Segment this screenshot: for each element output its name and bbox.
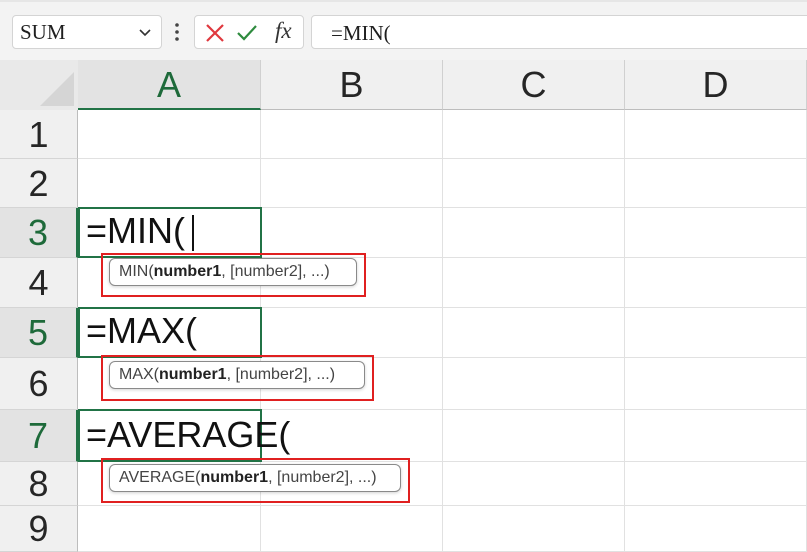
cell-c2[interactable]	[443, 159, 625, 208]
formula-buttons: fx	[194, 15, 304, 49]
column-header-a[interactable]: A	[78, 60, 261, 110]
cell-c1[interactable]	[443, 110, 625, 159]
cell-d2[interactable]	[625, 159, 807, 208]
cell-d9[interactable]	[625, 506, 807, 552]
cell-d3[interactable]	[625, 208, 807, 258]
cell-c3[interactable]	[443, 208, 625, 258]
ribbon-divider	[0, 0, 807, 2]
cell-d8[interactable]	[625, 462, 807, 506]
cell-b2[interactable]	[261, 159, 443, 208]
cell-b3[interactable]	[261, 208, 443, 258]
cell-d5[interactable]	[625, 308, 807, 358]
row-header-1[interactable]: 1	[0, 110, 78, 159]
cell-b9[interactable]	[261, 506, 443, 552]
name-box[interactable]: SUM	[12, 15, 162, 49]
row-header-2[interactable]: 2	[0, 159, 78, 208]
spreadsheet-grid: A B C D 1 2 3 4 5 6 7 8 9 =MIN( =MAX(=A…	[0, 60, 807, 552]
cell-a9[interactable]	[78, 506, 261, 552]
cancel-icon[interactable]	[203, 21, 227, 45]
highlight-box-max	[101, 355, 374, 401]
formula-bar-area: SUM fx =MIN(	[0, 0, 807, 60]
column-header-b[interactable]: B	[261, 60, 443, 110]
insert-function-icon[interactable]: fx	[275, 18, 292, 44]
cell-d4[interactable]	[625, 258, 807, 308]
cell-d1[interactable]	[625, 110, 807, 159]
highlight-box-average	[101, 458, 410, 503]
more-options-icon[interactable]	[174, 22, 180, 42]
cell-a3-text: =MIN(	[86, 210, 185, 251]
cell-a2[interactable]	[78, 159, 261, 208]
row-header-7[interactable]: 7	[0, 410, 78, 462]
text-cursor	[192, 215, 194, 251]
row-header-3[interactable]: 3	[0, 208, 78, 258]
enter-check-icon[interactable]	[235, 21, 259, 45]
cell-c4[interactable]	[443, 258, 625, 308]
name-box-value: SUM	[20, 20, 66, 44]
formula-input[interactable]: =MIN(	[311, 15, 807, 49]
highlight-box-min	[101, 253, 366, 297]
select-all-triangle-icon	[40, 72, 74, 106]
select-all-button[interactable]	[0, 60, 78, 110]
cell-b1[interactable]	[261, 110, 443, 159]
cell-c9[interactable]	[443, 506, 625, 552]
row-header-8[interactable]: 8	[0, 462, 78, 506]
row-header-5[interactable]: 5	[0, 308, 78, 358]
cell-c5[interactable]	[443, 308, 625, 358]
cell-c6[interactable]	[443, 358, 625, 410]
formula-input-value: =MIN(	[331, 21, 391, 45]
chevron-down-icon[interactable]	[137, 22, 153, 42]
column-header-c[interactable]: C	[443, 60, 625, 110]
cell-c8[interactable]	[443, 462, 625, 506]
cell-a5-text: =MAX(	[86, 310, 198, 351]
cell-b5[interactable]	[261, 308, 443, 358]
cell-d7[interactable]	[625, 410, 807, 462]
cell-c7[interactable]	[443, 410, 625, 462]
cell-d6[interactable]	[625, 358, 807, 410]
column-header-d[interactable]: D	[625, 60, 807, 110]
row-header-9[interactable]: 9	[0, 506, 78, 552]
row-header-4[interactable]: 4	[0, 258, 78, 308]
cell-a1[interactable]	[78, 110, 261, 159]
row-header-6[interactable]: 6	[0, 358, 78, 410]
cell-a7-text: =AVERAGE(	[86, 414, 291, 455]
